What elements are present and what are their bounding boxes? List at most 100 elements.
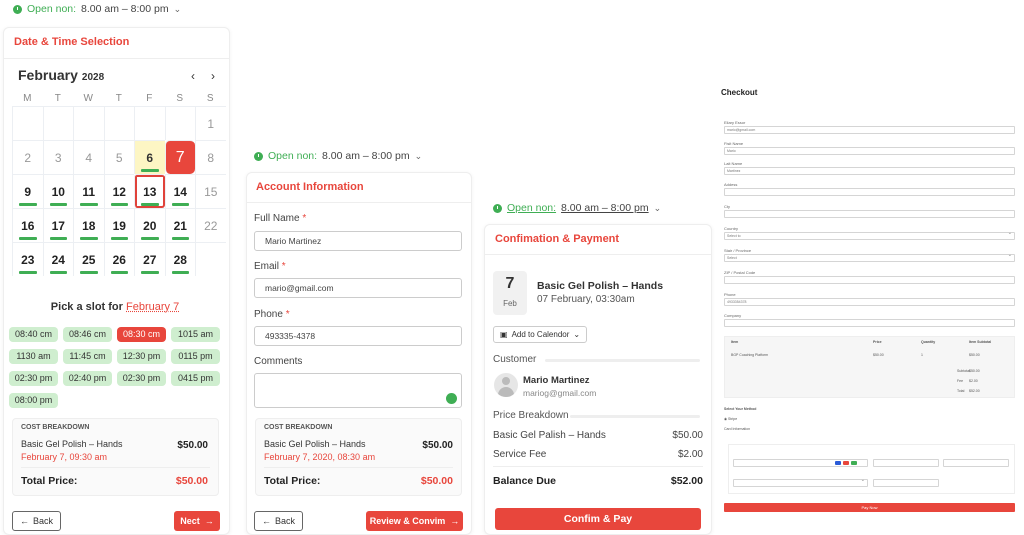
email-field[interactable] bbox=[254, 278, 462, 298]
weekday-label: M bbox=[23, 93, 32, 104]
calendar-day[interactable]: 18 bbox=[73, 208, 104, 242]
calendar-empty bbox=[164, 106, 195, 140]
th-qty: Quantity bbox=[921, 340, 936, 344]
time-slot[interactable]: 08:30 cm bbox=[117, 327, 166, 342]
phone-field[interactable] bbox=[254, 326, 462, 346]
checkout-field-input[interactable] bbox=[724, 319, 1015, 327]
calendar-day[interactable]: 14 bbox=[164, 174, 195, 208]
time-slot[interactable]: 0415 pm bbox=[171, 371, 220, 386]
open-hours-value: 8.00 am – 8:00 pm bbox=[322, 150, 410, 162]
calendar-day[interactable]: 19 bbox=[103, 208, 134, 242]
checkout-field-label: Lait Name bbox=[724, 161, 743, 166]
postal-field[interactable] bbox=[873, 479, 939, 487]
checkout-field-input[interactable]: Select bbox=[724, 252, 1015, 262]
calendar-day[interactable]: 28 bbox=[164, 242, 195, 276]
checkout-field-label: Phone bbox=[724, 292, 736, 297]
cost-service: Basic Gel Polish – Hands bbox=[21, 439, 123, 449]
time-slot[interactable]: 1130 am bbox=[9, 349, 58, 364]
time-slot[interactable]: 12:30 pm bbox=[117, 349, 166, 364]
checkout-field-input[interactable] bbox=[724, 188, 1015, 196]
back-button[interactable]: ← Back bbox=[254, 511, 303, 531]
open-label: Open non: bbox=[268, 150, 318, 162]
calendar-day[interactable]: 8 bbox=[195, 140, 226, 174]
time-slot[interactable]: 08:46 cm bbox=[63, 327, 112, 342]
calendar-day[interactable]: 12 bbox=[103, 174, 134, 208]
calendar-day[interactable]: 27 bbox=[134, 242, 165, 276]
time-slot[interactable]: 11:45 cm bbox=[63, 349, 112, 364]
checkout-field-input[interactable]: Mario bbox=[724, 147, 1015, 155]
time-slot[interactable]: 02:30 pm bbox=[9, 371, 58, 386]
calendar-day[interactable]: 20 bbox=[134, 208, 165, 242]
add-calendar-label: Add to Calendor bbox=[511, 330, 570, 339]
checkout-field-input[interactable]: Select to bbox=[724, 230, 1015, 240]
checkout-field-label: Company bbox=[724, 313, 742, 318]
price-item-name: Basic Gel Palish – Hands bbox=[493, 430, 606, 441]
calendar-day[interactable]: 1 bbox=[195, 106, 226, 140]
weekday-label: W bbox=[83, 93, 93, 104]
time-slot[interactable]: 1015 am bbox=[171, 327, 220, 342]
back-button[interactable]: ← Back bbox=[12, 511, 61, 531]
calendar-day[interactable]: 22 bbox=[195, 208, 226, 242]
calendar-day[interactable]: 11 bbox=[73, 174, 104, 208]
calendar-day[interactable]: 25 bbox=[73, 242, 104, 276]
checkout-field-input[interactable]: Martinez bbox=[724, 167, 1015, 175]
confirm-pay-button[interactable]: Confim & Pay bbox=[495, 508, 701, 530]
calendar-day[interactable]: 6 bbox=[134, 140, 165, 174]
calendar-day[interactable]: 3 bbox=[42, 140, 73, 174]
open-hours[interactable]: Open non: 8.00 am – 8:00 pm ⌄ bbox=[13, 3, 181, 15]
calendar-day[interactable]: 26 bbox=[103, 242, 134, 276]
expiry-field[interactable] bbox=[873, 459, 939, 467]
calendar-day[interactable]: 24 bbox=[42, 242, 73, 276]
calendar-day[interactable]: 16 bbox=[12, 208, 43, 242]
calendar-day[interactable]: 2 bbox=[12, 140, 43, 174]
chevron-down-icon: ⌄ bbox=[173, 3, 182, 14]
customer-name: Mario Martinez bbox=[523, 375, 590, 386]
country-select[interactable] bbox=[733, 477, 868, 487]
prev-month-icon[interactable]: ‹ bbox=[191, 69, 195, 83]
time-slot[interactable]: 08:00 pm bbox=[9, 393, 58, 408]
next-button[interactable]: Nect → bbox=[174, 511, 220, 531]
calendar-day[interactable]: 7 bbox=[164, 140, 195, 174]
payment-option-stripe[interactable]: ◉ Stripe bbox=[724, 417, 737, 421]
time-slot[interactable]: 02:40 pm bbox=[63, 371, 112, 386]
calendar-day[interactable]: 21 bbox=[164, 208, 195, 242]
calendar-day[interactable]: 10 bbox=[42, 174, 73, 208]
pay-now-button[interactable]: Pay Now bbox=[724, 503, 1015, 512]
total-label: Total Price: bbox=[264, 475, 321, 487]
checkout-field-input[interactable] bbox=[724, 210, 1015, 218]
calendar-day[interactable]: 9 bbox=[12, 174, 43, 208]
add-to-calendar-button[interactable]: ▣ Add to Calendor ⌄ bbox=[493, 326, 588, 343]
calendar-day[interactable]: 13 bbox=[134, 174, 165, 208]
checkout-field-input[interactable] bbox=[724, 276, 1015, 284]
calendar-day[interactable]: 4 bbox=[73, 140, 104, 174]
full-name-field[interactable] bbox=[254, 231, 462, 251]
open-hours-value: 8.00 am – 8:00 pm bbox=[81, 3, 169, 15]
time-slot[interactable]: 08:40 cm bbox=[9, 327, 58, 342]
weekday-header: MTWTFSS bbox=[12, 93, 226, 104]
cost-header: COST BREAKDOWN bbox=[264, 424, 333, 431]
review-confirm-button[interactable]: Review & Convim → bbox=[366, 511, 463, 531]
calendar-day[interactable]: 17 bbox=[42, 208, 73, 242]
row-price: $50.00 bbox=[873, 353, 884, 357]
total-amount: $50.00 bbox=[420, 475, 453, 487]
calendar-day[interactable]: 15 bbox=[195, 174, 226, 208]
calendar-day[interactable]: 5 bbox=[103, 140, 134, 174]
next-month-icon[interactable]: › bbox=[211, 69, 215, 83]
calendar-day[interactable]: 23 bbox=[12, 242, 43, 276]
th-subtotal: Item Subtotal bbox=[969, 340, 992, 344]
clock-icon bbox=[254, 151, 263, 161]
calendar-empty bbox=[195, 242, 226, 276]
arrow-left-icon: ← bbox=[261, 516, 271, 526]
checkout-field-input[interactable]: mario@gmail.com bbox=[724, 126, 1015, 134]
cost-service: Basic Gel Polish – Hands bbox=[264, 439, 366, 449]
clock-icon bbox=[493, 203, 502, 213]
card-title: Date & Time Selection bbox=[14, 36, 130, 48]
cvc-field[interactable] bbox=[943, 459, 1009, 467]
open-hours[interactable]: Open non: 8.00 am – 8:00 pm ⌄ bbox=[254, 150, 422, 162]
time-slot[interactable]: 0115 pm bbox=[171, 349, 220, 364]
time-slot[interactable]: 02:30 pm bbox=[117, 371, 166, 386]
calendar-icon: ▣ bbox=[500, 330, 508, 339]
checkout-field-input[interactable]: 4933354378 bbox=[724, 298, 1015, 306]
open-hours[interactable]: Open non: 8.00 am – 8:00 pm ⌄ bbox=[493, 202, 661, 214]
comments-field[interactable] bbox=[254, 373, 462, 408]
